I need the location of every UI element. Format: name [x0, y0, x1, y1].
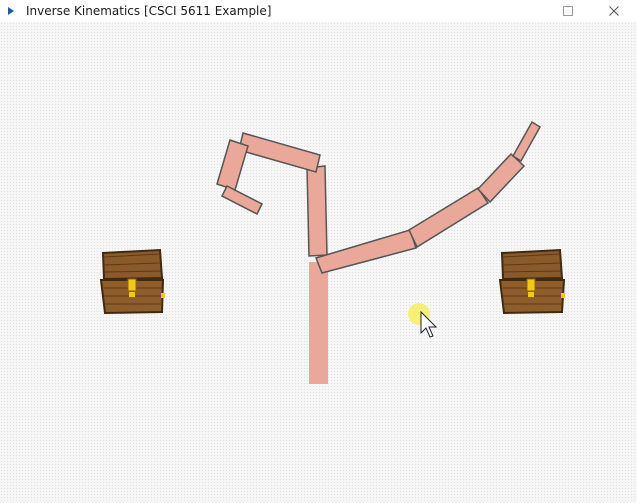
- title-bar[interactable]: Inverse Kinematics [CSCI 5611 Example]: [0, 0, 637, 22]
- left-arm-segment-3: [216, 139, 249, 191]
- right-arm-segment-4: [511, 120, 542, 163]
- treasure-chest-right: [498, 248, 566, 315]
- window-title: Inverse Kinematics [CSCI 5611 Example]: [26, 4, 272, 18]
- trunk-segment: [309, 262, 328, 384]
- ik-scene: [99, 120, 566, 384]
- left-arm-chain: [216, 132, 328, 257]
- right-arm-segment-3: [476, 152, 526, 204]
- right-arm-segment-1: [314, 229, 417, 274]
- left-arm-segment-1: [306, 165, 328, 257]
- right-arm-chain: [314, 120, 542, 274]
- app-icon: [8, 6, 18, 16]
- right-arm-segment-2: [408, 186, 490, 249]
- treasure-chest-left: [99, 248, 165, 315]
- maximize-button[interactable]: [545, 0, 591, 22]
- render-canvas[interactable]: [0, 22, 637, 503]
- left-arm-segment-4: [220, 184, 264, 216]
- close-button[interactable]: [591, 0, 637, 22]
- left-arm-segment-2: [238, 132, 321, 173]
- close-icon: [609, 6, 619, 16]
- maximize-icon: [563, 6, 573, 16]
